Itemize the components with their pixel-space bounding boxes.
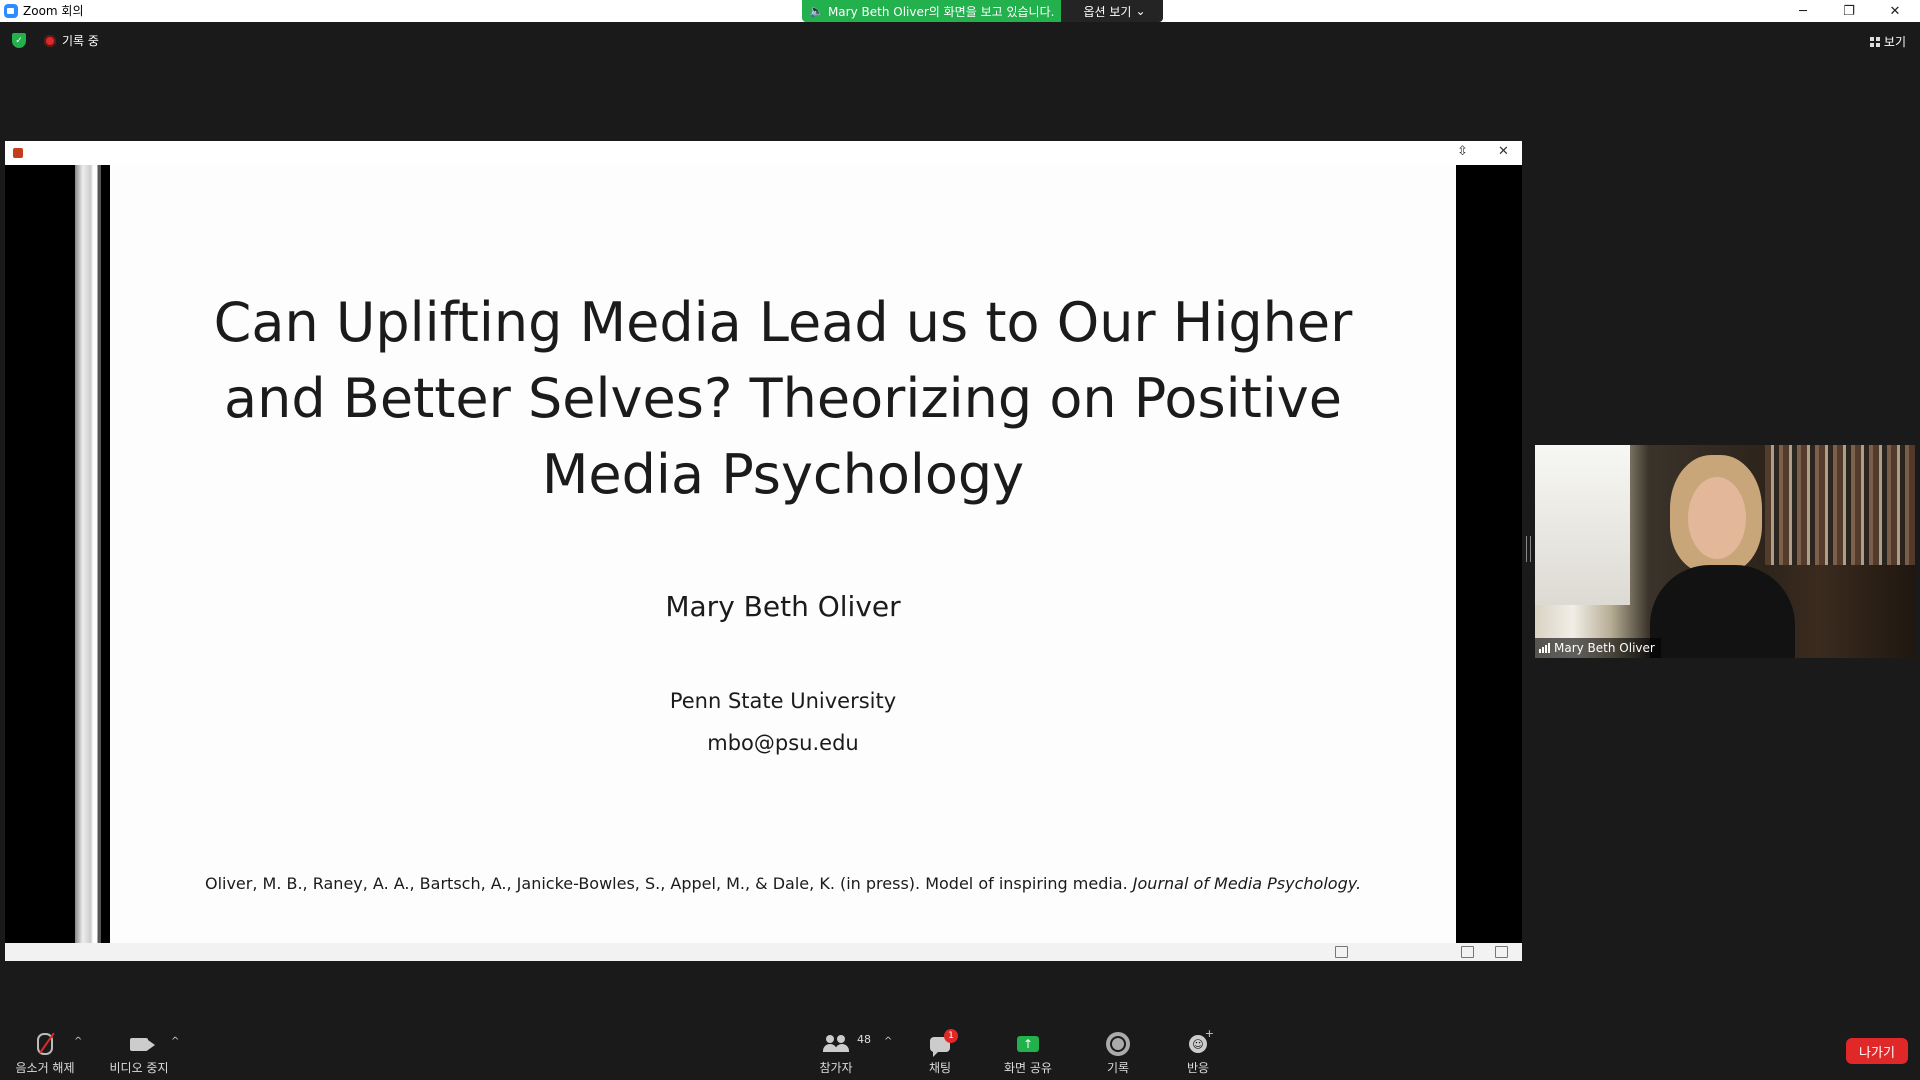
chevron-down-icon: ⌄: [1135, 4, 1146, 18]
citation-journal: Journal of Media Psychology.: [1132, 874, 1362, 893]
video-person-face: [1688, 477, 1746, 559]
zoom-logo-icon: [4, 3, 18, 18]
grid-icon: [1869, 36, 1880, 47]
window-title: Zoom 회의: [23, 4, 84, 18]
window-titlebar: Zoom 회의 🔈 Mary Beth Oliver의 화면을 보고 있습니다.…: [0, 0, 1920, 22]
participant-name-tag: Mary Beth Oliver: [1535, 638, 1661, 658]
unmute-button[interactable]: 음소거 해제: [12, 1032, 78, 1076]
slide-title: Can Uplifting Media Lead us to Our Highe…: [213, 291, 1353, 506]
presentation-slide: Can Uplifting Media Lead us to Our Highe…: [110, 165, 1456, 943]
chat-unread-badge: 1: [944, 1028, 958, 1043]
slide-decoration: [75, 165, 101, 943]
smiley-icon: ☺: [1189, 1027, 1214, 1053]
shared-window-close-icon: ✕: [1498, 144, 1509, 159]
recording-indicator[interactable]: 기록 중: [44, 32, 99, 49]
view-options-button[interactable]: 옵션 보기 ⌄: [1061, 0, 1164, 22]
signal-strength-icon: [1539, 643, 1550, 653]
recording-dot-icon: [44, 34, 56, 47]
audio-options-caret[interactable]: ^: [74, 1036, 82, 1047]
speaker-icon: 🔈: [809, 4, 824, 18]
share-screen-icon: ↑: [1017, 1036, 1039, 1052]
participant-video[interactable]: Mary Beth Oliver: [1535, 445, 1915, 658]
close-button[interactable]: ✕: [1872, 0, 1918, 22]
slide-email: mbo@psu.edu: [707, 731, 859, 755]
video-resize-handle[interactable]: [1526, 536, 1531, 562]
slide-author: Mary Beth Oliver: [665, 590, 901, 623]
reactions-button[interactable]: ☺ 반응: [1178, 1027, 1218, 1076]
leave-meeting-button[interactable]: 나가기: [1846, 1038, 1908, 1064]
slideshow-icon: [1495, 946, 1508, 958]
video-person-body: [1650, 565, 1795, 658]
share-message: 🔈 Mary Beth Oliver의 화면을 보고 있습니다.: [802, 0, 1062, 22]
shared-window-statusbar: [5, 943, 1522, 961]
chat-icon: 1: [930, 1028, 958, 1057]
record-icon: [1110, 1036, 1126, 1052]
record-button[interactable]: 기록: [1098, 1032, 1138, 1076]
chat-button[interactable]: 1 채팅: [920, 1028, 960, 1076]
reading-view-icon: [1461, 946, 1474, 958]
microphone-muted-icon: [37, 1032, 55, 1055]
slide-affiliation: Penn State University: [669, 689, 897, 713]
shared-window-titlebar: ⇳ ✕: [5, 141, 1522, 165]
participants-count: 48: [857, 1033, 871, 1046]
participants-icon: 48: [823, 1033, 871, 1053]
share-screen-button[interactable]: ↑ 화면 공유: [998, 1032, 1058, 1076]
app-title: Zoom 회의: [4, 2, 84, 19]
video-window-background: [1535, 445, 1630, 605]
powerpoint-icon: [13, 148, 23, 158]
video-options-caret[interactable]: ^: [171, 1036, 179, 1047]
video-bookshelf-background: [1765, 445, 1915, 565]
share-banner: 🔈 Mary Beth Oliver의 화면을 보고 있습니다. 옵션 보기 ⌄: [802, 0, 1164, 22]
video-camera-icon: [130, 1037, 155, 1051]
normal-view-icon: [1335, 946, 1348, 958]
stop-video-button[interactable]: 비디오 중지: [104, 1032, 174, 1076]
restore-button[interactable]: ❐: [1826, 0, 1872, 22]
security-shield-icon[interactable]: ✓: [12, 33, 26, 48]
minimize-button[interactable]: ─: [1780, 0, 1826, 22]
shared-window-restore-icon: ⇳: [1457, 144, 1468, 159]
meeting-status-row: ✓ 기록 중: [12, 32, 99, 49]
participants-button[interactable]: 48 참가자: [808, 1032, 871, 1076]
shared-screen: ⇳ ✕ Can Uplifting Media Lead us to Our H…: [5, 141, 1522, 961]
slide-citation: Oliver, M. B., Raney, A. A., Bartsch, A.…: [204, 874, 1362, 893]
meeting-toolbar: 음소거 해제 ^ 비디오 중지 ^ 48 참가자 ^ 1 채팅 ↑ 화면 공유 …: [0, 1022, 1920, 1080]
view-button[interactable]: 보기: [1869, 33, 1906, 50]
participants-options-caret[interactable]: ^: [884, 1036, 892, 1047]
